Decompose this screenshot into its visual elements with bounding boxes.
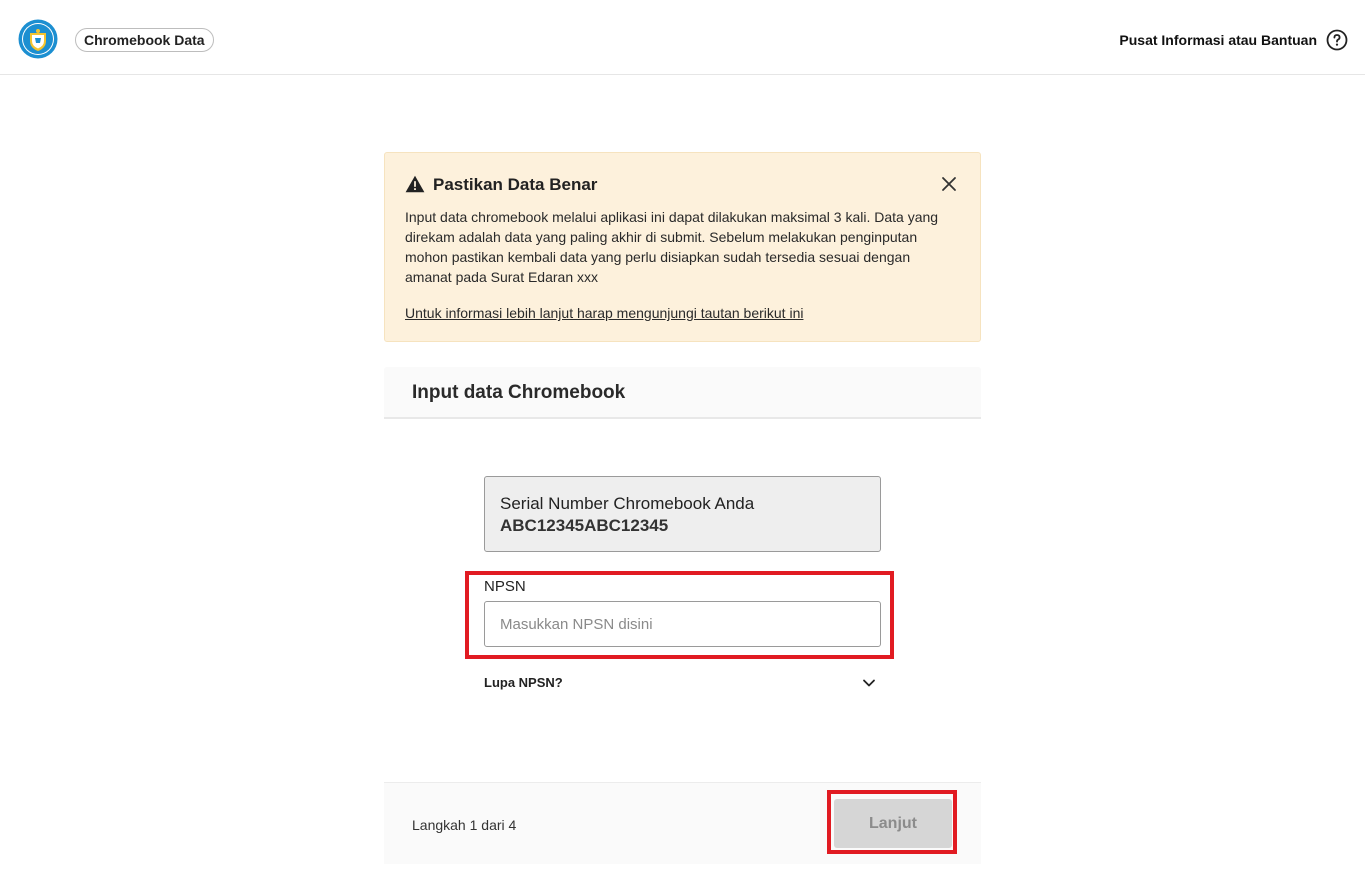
step-indicator: Langkah 1 dari 4: [412, 817, 517, 833]
more-info-link[interactable]: Untuk informasi lebih lanjut harap mengu…: [405, 303, 803, 323]
warning-alert: Pastikan Data Benar Input data chromeboo…: [384, 152, 981, 342]
question-circle-icon[interactable]: [1326, 29, 1348, 51]
app-name-chip[interactable]: Chromebook Data: [75, 28, 214, 52]
next-button[interactable]: Lanjut: [834, 799, 952, 848]
chevron-down-icon[interactable]: [861, 675, 877, 691]
npsn-label: NPSN: [484, 578, 526, 595]
warning-triangle-icon: [405, 175, 425, 193]
forgot-npsn-label: Lupa NPSN?: [484, 675, 563, 690]
form-card-header: Input data Chromebook: [384, 367, 981, 419]
serial-number-box: Serial Number Chromebook Anda ABC12345AB…: [484, 476, 881, 552]
alert-title: Pastikan Data Benar: [433, 175, 598, 194]
serial-number-label: Serial Number Chromebook Anda: [500, 494, 755, 513]
alert-body: Input data chromebook melalui aplikasi i…: [405, 209, 939, 285]
forgot-npsn-toggle[interactable]: Lupa NPSN?: [484, 672, 881, 694]
tut-wuri-handayani-logo[interactable]: [18, 19, 58, 59]
help-center-link[interactable]: Pusat Informasi atau Bantuan: [1119, 30, 1317, 50]
top-bar: Chromebook Data Pusat Informasi atau Ban…: [0, 0, 1365, 75]
close-icon[interactable]: [940, 175, 958, 193]
form-title: Input data Chromebook: [412, 382, 626, 403]
serial-number-value: ABC12345ABC12345: [500, 516, 669, 535]
npsn-input[interactable]: [484, 601, 881, 647]
